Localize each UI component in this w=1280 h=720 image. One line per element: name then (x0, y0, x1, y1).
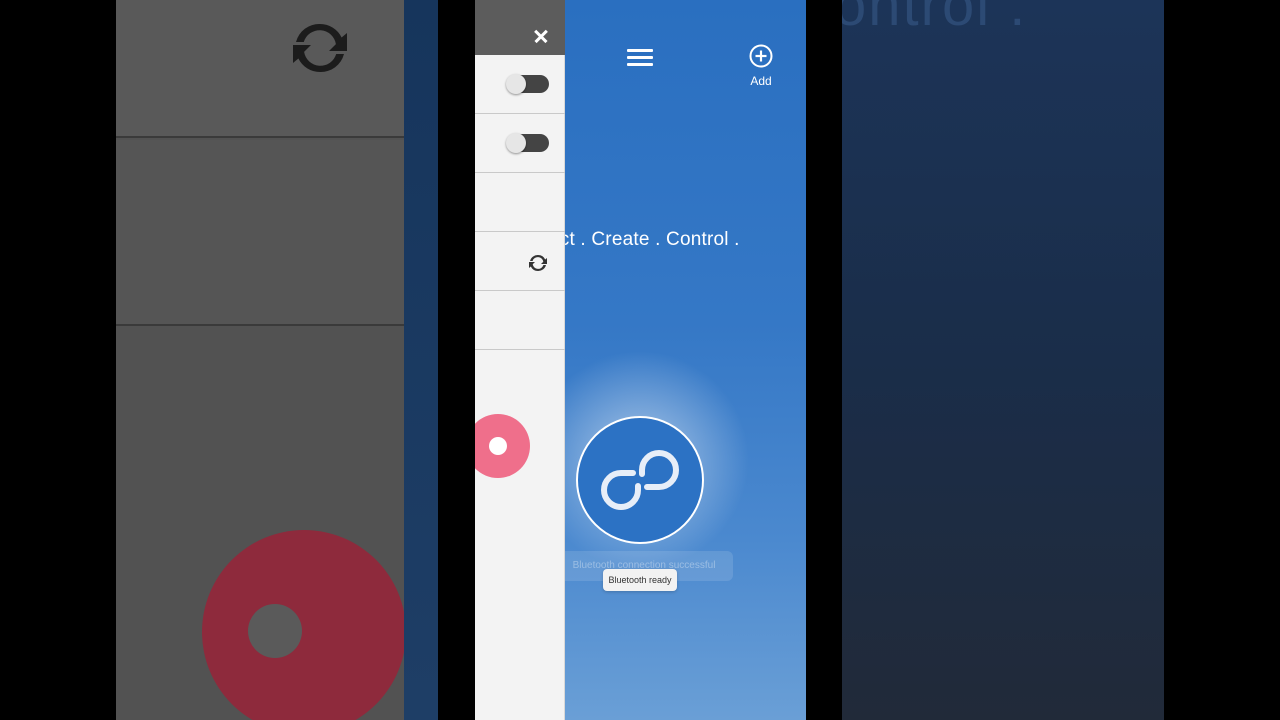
background-blue-sliver (404, 0, 438, 720)
toggle-switch[interactable] (506, 74, 549, 94)
background-blur-right: ontrol . (842, 0, 1164, 720)
close-icon[interactable] (531, 26, 551, 46)
drawer-row-empty[interactable] (475, 291, 565, 350)
drawer-header (475, 0, 565, 55)
record-button-icon[interactable] (475, 414, 530, 478)
background-refresh-icon (293, 23, 347, 73)
background-tagline-blur: ontrol . (842, 0, 1028, 38)
background-blur-left (116, 0, 438, 720)
background-drawer-row (116, 140, 404, 326)
background-drawer-blur (116, 0, 406, 720)
bluetooth-link-logo-icon (601, 450, 679, 510)
plus-circle-icon (749, 44, 773, 68)
refresh-icon[interactable] (526, 251, 550, 275)
side-drawer (475, 0, 565, 720)
drawer-row-refresh (475, 232, 565, 291)
toggle-switch[interactable] (506, 133, 549, 153)
background-pink-ring (202, 530, 406, 720)
bluetooth-connect-button[interactable] (576, 416, 704, 544)
drawer-row-empty[interactable] (475, 173, 565, 232)
background-drawer-topbar (116, 0, 404, 138)
add-button[interactable]: Add (741, 44, 781, 96)
drawer-row-toggle-1 (475, 55, 565, 114)
tagline: ect . Create . Control . (549, 229, 740, 250)
drawer-row-toggle-2 (475, 114, 565, 173)
hamburger-menu-icon[interactable] (625, 44, 655, 72)
phone-screen: Add ect . Create . Control . Bluetooth c… (475, 0, 806, 720)
add-label: Add (750, 74, 772, 88)
status-toast: Bluetooth ready (603, 569, 677, 591)
